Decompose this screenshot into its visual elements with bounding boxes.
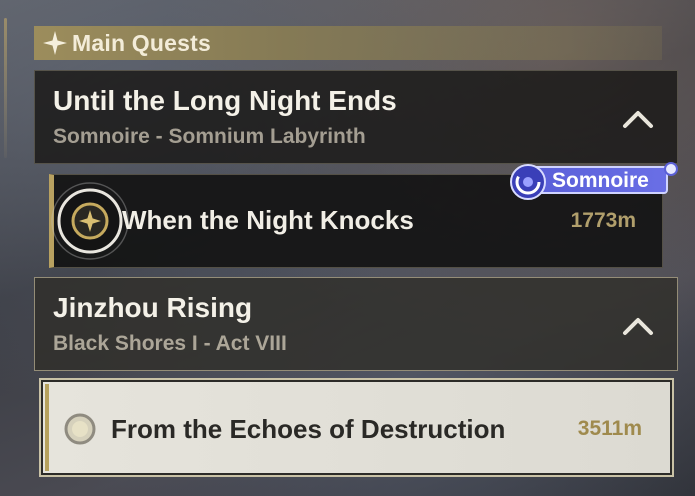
somnoire-swirl-icon [510,164,546,200]
task-name: From the Echoes of Destruction [111,414,506,444]
badge-dot [664,162,678,176]
region-badge: Somnoire [508,162,678,200]
quest-title: Jinzhou Rising [53,292,253,323]
quest-subtitle: Black Shores I - Act VIII [53,332,287,355]
quest-title: Until the Long Night Ends [53,85,397,116]
main-quests-header: Main Quests [34,26,662,60]
quest-task-from-the-echoes-of-destruction[interactable]: From the Echoes of Destruction 3511m [39,378,674,477]
quest-radio-icon [64,413,96,445]
scroll-rail [4,18,7,158]
task-name: When the Night Knocks [122,205,414,235]
sparkle-star-icon [40,28,70,58]
task-distance: 1773m [570,209,636,232]
accent-bar [45,384,49,471]
task-distance: 3511m [577,417,642,440]
quest-header-jinzhou-rising[interactable]: Jinzhou Rising Black Shores I - Act VIII [34,277,678,371]
tracked-quest-marker-icon [51,182,129,260]
quest-header-until-the-long-night-ends[interactable]: Until the Long Night Ends Somnoire - Som… [34,70,678,164]
section-title: Main Quests [72,29,211,56]
quest-subtitle: Somnoire - Somnium Labyrinth [53,125,366,148]
chevron-up-icon[interactable] [621,314,655,338]
chevron-up-icon[interactable] [621,107,655,131]
badge-label: Somnoire [552,169,649,192]
